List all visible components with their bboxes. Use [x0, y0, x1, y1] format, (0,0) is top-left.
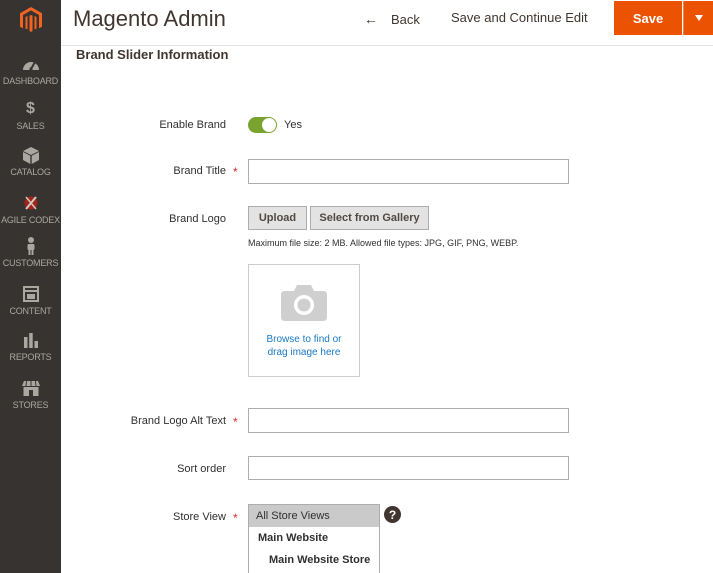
- dropzone-line-2[interactable]: drag image here: [249, 346, 359, 359]
- help-icon[interactable]: ?: [384, 506, 401, 523]
- sidebar-item-customers[interactable]: CUSTOMERS: [0, 237, 61, 281]
- store-view-multiselect[interactable]: All Store Views Main Website Main Websit…: [248, 504, 380, 573]
- store-view-label: Store View: [173, 511, 226, 523]
- dollar-icon: $: [26, 100, 35, 117]
- dropzone-line-1[interactable]: Browse to find or: [249, 333, 359, 346]
- brand-logo-alt-input[interactable]: [248, 408, 569, 433]
- toggle-knob: [262, 118, 276, 132]
- back-button-label: Back: [391, 11, 420, 27]
- sidebar-item-label: CATALOG: [10, 167, 51, 177]
- cube-icon: [22, 146, 40, 164]
- bar-chart-icon: [22, 331, 40, 349]
- sidebar-item-stores[interactable]: STORES: [0, 379, 61, 423]
- dropzone-text: Browse to find or drag image here: [249, 333, 359, 359]
- brand-title-input[interactable]: [248, 159, 569, 184]
- person-icon: [22, 237, 40, 255]
- brand-logo-alt-label: Brand Logo Alt Text: [130, 415, 226, 427]
- required-marker: *: [233, 511, 238, 525]
- sidebar-item-sales[interactable]: $ SALES: [0, 100, 61, 144]
- sidebar-item-label: CUSTOMERS: [2, 258, 59, 268]
- enable-brand-label: Enable Brand: [159, 119, 226, 131]
- image-dropzone[interactable]: Browse to find or drag image here: [248, 264, 360, 377]
- back-button[interactable]: ← Back: [364, 10, 420, 28]
- sidebar-item-content[interactable]: CONTENT: [0, 285, 61, 329]
- save-options-toggle[interactable]: [683, 1, 713, 35]
- sidebar-item-dashboard[interactable]: DASHBOARD: [0, 55, 61, 99]
- admin-sidebar: DASHBOARD $ SALES CATALOG AGILE CODEX CU…: [0, 0, 61, 573]
- required-marker: *: [233, 165, 238, 179]
- sidebar-item-agile-codex[interactable]: AGILE CODEX: [0, 194, 61, 238]
- magento-logo-icon[interactable]: [0, 0, 61, 40]
- save-and-continue-button[interactable]: Save and Continue Edit: [451, 10, 588, 25]
- file-size-hint: Maximum file size: 2 MB. Allowed file ty…: [248, 238, 519, 248]
- section-title: Brand Slider Information: [76, 47, 229, 62]
- sidebar-item-catalog[interactable]: CATALOG: [0, 146, 61, 190]
- upload-button[interactable]: Upload: [248, 206, 307, 230]
- sort-order-label: Sort order: [177, 463, 226, 475]
- enable-brand-value: Yes: [284, 119, 302, 131]
- sidebar-item-label: DASHBOARD: [2, 76, 59, 86]
- sort-order-input[interactable]: [248, 456, 569, 480]
- agile-codex-icon: [22, 194, 40, 212]
- sidebar-item-label: AGILE CODEX: [1, 215, 60, 225]
- brand-logo-label: Brand Logo: [169, 213, 226, 225]
- storefront-icon: [21, 379, 40, 397]
- layout-icon: [22, 285, 40, 303]
- sidebar-item-reports[interactable]: REPORTS: [0, 331, 61, 375]
- required-marker: *: [233, 415, 238, 429]
- enable-brand-toggle[interactable]: [248, 117, 277, 133]
- save-button[interactable]: Save: [614, 1, 682, 35]
- camera-icon: [281, 284, 327, 326]
- arrow-left-icon: ←: [364, 11, 378, 27]
- store-view-option-store: Main Website Store: [269, 554, 371, 566]
- sidebar-item-label: REPORTS: [9, 352, 52, 362]
- brand-title-label: Brand Title: [173, 165, 226, 177]
- page-title: Magento Admin: [73, 6, 226, 31]
- sidebar-item-label: CONTENT: [9, 306, 52, 316]
- select-from-gallery-button[interactable]: Select from Gallery: [310, 206, 429, 230]
- store-view-option-all[interactable]: All Store Views: [249, 505, 379, 527]
- sidebar-item-label: SALES: [16, 121, 45, 131]
- page-header: Magento Admin ← Back Save and Continue E…: [61, 0, 713, 46]
- chevron-down-icon: [694, 15, 703, 21]
- sidebar-item-label: STORES: [12, 400, 49, 410]
- dashboard-icon: [22, 55, 40, 73]
- store-view-option-group: Main Website: [258, 532, 329, 544]
